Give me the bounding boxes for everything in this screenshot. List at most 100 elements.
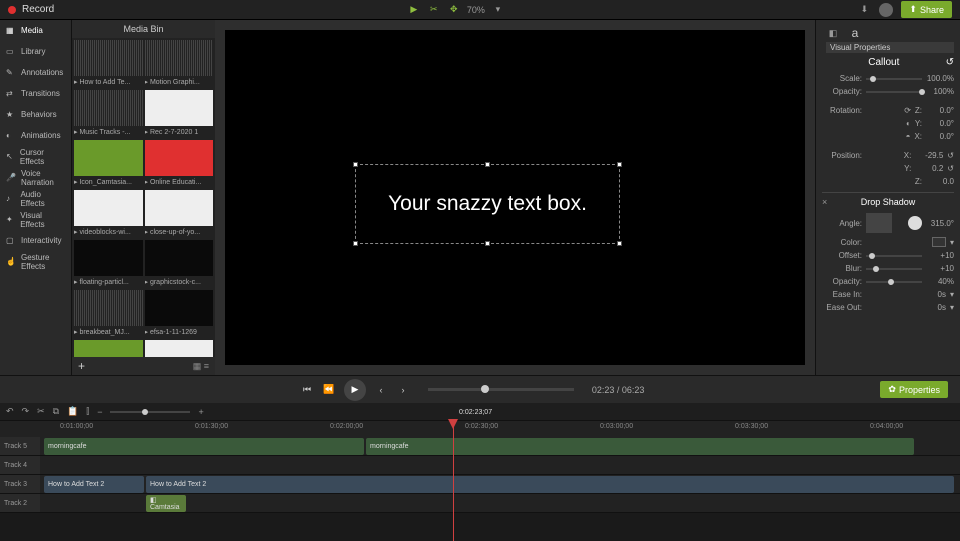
- playback-scrubber[interactable]: [428, 388, 574, 391]
- step-back-icon[interactable]: ⏪: [322, 383, 336, 397]
- media-item[interactable]: ▸ close-up-of-yo...: [145, 190, 214, 238]
- track-body[interactable]: [40, 456, 960, 474]
- rotation-z[interactable]: 0.0°: [926, 106, 954, 115]
- sidebar-item-transitions[interactable]: ⇄Transitions: [0, 83, 71, 104]
- next-frame-icon[interactable]: ›: [396, 383, 410, 397]
- timeline-clip[interactable]: How to Add Text 2: [44, 476, 144, 493]
- properties-button[interactable]: ✿ Properties: [880, 381, 948, 398]
- undo-icon[interactable]: ↶: [6, 406, 14, 417]
- zoom-level[interactable]: 70%: [467, 5, 485, 15]
- media-item[interactable]: ▸ Rec 2-7-2020 1: [145, 90, 214, 138]
- track-body[interactable]: How to Add Text 2How to Add Text 2: [40, 475, 960, 493]
- redo-icon[interactable]: ↷: [22, 406, 30, 417]
- offset-slider[interactable]: [866, 255, 922, 257]
- media-item[interactable]: ▸ Music Tracks -...: [74, 90, 143, 138]
- paste-icon[interactable]: 📋: [67, 406, 78, 417]
- split-icon[interactable]: ⫿: [86, 406, 89, 417]
- media-item[interactable]: ▸ Motion Graphi...: [145, 40, 214, 88]
- zoom-out-icon[interactable]: −: [97, 407, 102, 417]
- media-item[interactable]: ▸ efsa-1-11-1269: [145, 290, 214, 338]
- add-media-button[interactable]: +: [78, 359, 85, 373]
- sidebar-item-animations[interactable]: ◐Animations: [0, 125, 71, 146]
- position-y[interactable]: 0.2: [915, 164, 943, 173]
- sidebar-item-interactivity[interactable]: ▢Interactivity: [0, 230, 71, 251]
- sidebar-item-annotations[interactable]: ✎Annotations: [0, 62, 71, 83]
- angle-wheel[interactable]: [908, 216, 922, 230]
- resize-handle[interactable]: [617, 241, 622, 246]
- scale-slider[interactable]: [866, 78, 922, 80]
- play-button[interactable]: ▶: [344, 379, 366, 401]
- user-avatar[interactable]: [879, 3, 893, 17]
- y-axis-icon[interactable]: ◐: [906, 119, 911, 128]
- resize-handle[interactable]: [485, 241, 490, 246]
- ds-opacity-slider[interactable]: [866, 281, 922, 283]
- media-item[interactable]: ▸ Icon_Camtasia...: [74, 140, 143, 188]
- visual-props-tab-icon[interactable]: ◧: [826, 26, 840, 40]
- download-icon[interactable]: ⬇: [857, 3, 871, 17]
- blur-value[interactable]: +10: [926, 264, 954, 273]
- easeout-value[interactable]: 0s: [918, 303, 946, 312]
- pan-tool-icon[interactable]: ✥: [447, 3, 461, 17]
- media-item[interactable]: ▸ Online Educati...: [145, 140, 214, 188]
- text-callout-selection[interactable]: Your snazzy text box.: [355, 164, 620, 244]
- ds-opacity-value[interactable]: 40%: [926, 277, 954, 286]
- track-label[interactable]: Track 3: [0, 475, 40, 493]
- media-item[interactable]: ▸ floating-particl...: [74, 240, 143, 288]
- sidebar-item-cursor-effects[interactable]: ↖Cursor Effects: [0, 146, 71, 167]
- sidebar-item-voice-narration[interactable]: 🎤Voice Narration: [0, 167, 71, 188]
- opacity-value[interactable]: 100%: [926, 87, 954, 96]
- prev-clip-icon[interactable]: ⏮: [300, 383, 314, 397]
- playhead[interactable]: 0:02:23;07: [453, 421, 454, 541]
- media-item[interactable]: ▸ videoblocks-wi...: [74, 190, 143, 238]
- track-label[interactable]: Track 4: [0, 456, 40, 474]
- media-item[interactable]: ▸ Rec 2-7-2020 2: [145, 340, 214, 357]
- track-label[interactable]: Track 5: [0, 437, 40, 455]
- sidebar-item-gesture-effects[interactable]: ☝Gesture Effects: [0, 251, 71, 272]
- angle-grid[interactable]: [866, 213, 892, 233]
- edit-tool-icon[interactable]: ▶: [407, 3, 421, 17]
- offset-value[interactable]: +10: [926, 251, 954, 260]
- timeline-clip[interactable]: ◧ Camtasia: [146, 495, 186, 512]
- share-button[interactable]: ⬆ Share: [901, 1, 952, 18]
- sidebar-item-media[interactable]: ▦Media: [0, 20, 71, 41]
- x-axis-icon[interactable]: ◓: [906, 132, 911, 141]
- track-body[interactable]: morningcafemorningcafe: [40, 437, 960, 455]
- track-label[interactable]: Track 2: [0, 494, 40, 512]
- text-props-tab-icon[interactable]: a: [848, 26, 862, 40]
- close-dropshadow-icon[interactable]: ×: [822, 197, 827, 207]
- resize-handle[interactable]: [485, 162, 490, 167]
- scrubber-knob[interactable]: [481, 385, 489, 393]
- scale-value[interactable]: 100.0%: [926, 74, 954, 83]
- rotation-y[interactable]: 0.0°: [926, 119, 954, 128]
- preview-canvas[interactable]: Your snazzy text box.: [225, 30, 805, 365]
- rotation-x[interactable]: 0.0°: [926, 132, 954, 141]
- blur-slider[interactable]: [866, 268, 922, 270]
- z-axis-icon[interactable]: ⟳: [904, 106, 911, 115]
- sidebar-item-behaviors[interactable]: ★Behaviors: [0, 104, 71, 125]
- position-x[interactable]: -29.5: [915, 151, 943, 160]
- track-body[interactable]: ◧ Camtasia: [40, 494, 960, 512]
- easein-value[interactable]: 0s: [918, 290, 946, 299]
- crop-tool-icon[interactable]: ✂: [427, 3, 441, 17]
- media-item[interactable]: ▸ Logo_Hrz_Ca...: [74, 340, 143, 357]
- zoom-slider[interactable]: [110, 411, 190, 413]
- view-toggle[interactable]: ▦ ≡: [193, 361, 209, 372]
- sidebar-item-library[interactable]: ▭Library: [0, 41, 71, 62]
- media-item[interactable]: ▸ How to Add Te...: [74, 40, 143, 88]
- cut-icon[interactable]: ✂: [37, 406, 45, 417]
- timeline-clip[interactable]: morningcafe: [44, 438, 364, 455]
- callout-text[interactable]: Your snazzy text box.: [388, 192, 587, 216]
- copy-icon[interactable]: ⧉: [53, 406, 59, 417]
- media-item[interactable]: ▸ breakbeat_MJ...: [74, 290, 143, 338]
- angle-value[interactable]: 315.0°: [926, 219, 954, 228]
- reset-icon[interactable]: ↺: [946, 57, 954, 68]
- opacity-slider[interactable]: [866, 91, 922, 93]
- media-item[interactable]: ▸ graphicstock-c...: [145, 240, 214, 288]
- resize-handle[interactable]: [353, 162, 358, 167]
- record-button[interactable]: Record: [22, 4, 54, 15]
- sidebar-item-visual-effects[interactable]: ✦Visual Effects: [0, 209, 71, 230]
- timeline-clip[interactable]: How to Add Text 2: [146, 476, 954, 493]
- resize-handle[interactable]: [617, 162, 622, 167]
- timeline-clip[interactable]: morningcafe: [366, 438, 914, 455]
- sidebar-item-audio-effects[interactable]: ♪Audio Effects: [0, 188, 71, 209]
